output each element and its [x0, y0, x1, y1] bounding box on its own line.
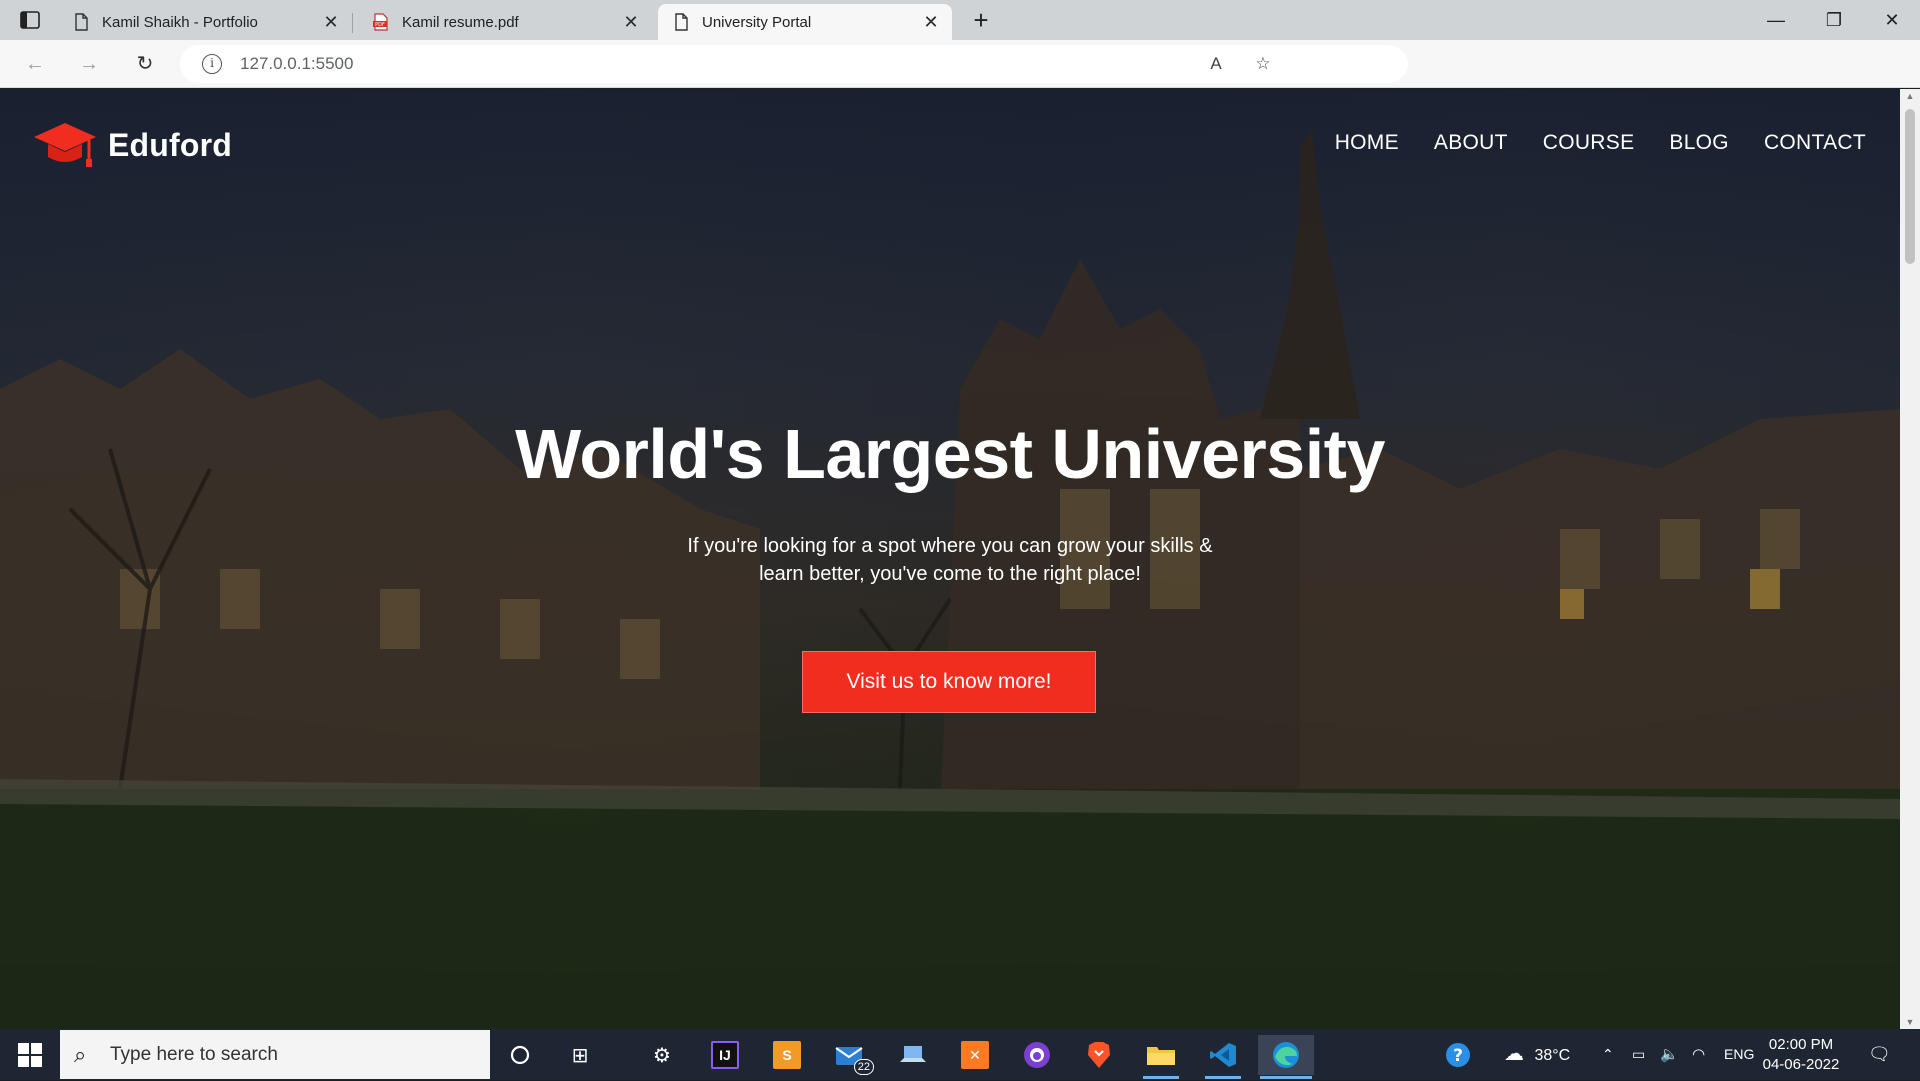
browser-tab-bar: Kamil Shaikh - Portfolio ✕ PDF Kamil res… [0, 0, 1920, 40]
task-view-icon[interactable]: ⊞ [560, 1035, 600, 1075]
tab-resume-pdf[interactable]: PDF Kamil resume.pdf ✕ [358, 4, 652, 40]
laptop-app-icon[interactable] [893, 1035, 933, 1075]
windows-start-icon[interactable] [10, 1039, 50, 1071]
nav-contact[interactable]: CONTACT [1764, 131, 1866, 155]
scroll-up-icon[interactable]: ▲ [1900, 91, 1920, 101]
brand-name: Eduford [108, 126, 233, 163]
settings-gear-icon[interactable]: ⚙ [642, 1035, 682, 1075]
restore-button[interactable]: ❐ [1806, 0, 1862, 40]
tab-close-icon[interactable]: ✕ [322, 13, 340, 31]
minimize-button[interactable]: — [1748, 0, 1804, 40]
scroll-down-icon[interactable]: ▼ [1900, 1017, 1920, 1027]
sublime-text-icon[interactable]: S [767, 1035, 807, 1075]
back-arrow-icon[interactable]: ← [18, 48, 52, 80]
windows-taskbar: ⌕ Type here to search ⊞ ⚙ IJ S 22 ✕ ? ☁ … [0, 1029, 1920, 1080]
add-favorite-icon[interactable]: ☆ [1251, 52, 1275, 76]
main-navigation: HOME ABOUT COURSE BLOG CONTACT [1335, 131, 1866, 155]
help-icon[interactable]: ? [1438, 1035, 1478, 1075]
tab-separator [352, 13, 353, 33]
vscode-icon[interactable] [1203, 1035, 1243, 1079]
svg-text:PDF: PDF [375, 22, 385, 28]
site-logo[interactable]: Eduford [34, 117, 232, 173]
read-aloud-icon[interactable]: A [1204, 52, 1228, 76]
page-icon [75, 13, 88, 31]
notifications-icon[interactable]: 🗨 [1868, 1029, 1891, 1080]
page-scrollbar[interactable]: ▲ ▼ [1900, 89, 1920, 1029]
clock-date: 04-06-2022 [1762, 1056, 1840, 1073]
taskbar-clock[interactable]: 02:00 PM 04-06-2022 [1756, 1035, 1846, 1075]
mail-unread-badge: 22 [853, 1059, 874, 1075]
file-explorer-icon[interactable] [1141, 1035, 1181, 1079]
clock-time: 02:00 PM [1768, 1036, 1834, 1053]
weather-temperature: 38°C [1534, 1047, 1571, 1064]
address-toolbar: ← → ↻ i 127.0.0.1:5500 A ☆ {} ✦ ☆ ⧉ ⋯ [0, 40, 1920, 117]
site-info-icon[interactable]: i [202, 54, 222, 74]
tab-close-icon[interactable]: ✕ [922, 13, 940, 31]
tab-university-portal[interactable]: University Portal ✕ [658, 4, 952, 40]
page-viewport: Eduford HOME ABOUT COURSE BLOG CONTACT W… [0, 89, 1900, 1029]
weather-widget[interactable]: ☁ 38°C [1504, 1029, 1570, 1080]
tab-title: Kamil Shaikh - Portfolio [102, 13, 258, 31]
address-bar[interactable]: i 127.0.0.1:5500 A ☆ [180, 45, 1408, 83]
hero-title: World's Largest University [515, 415, 1385, 493]
xampp-icon[interactable]: ✕ [955, 1035, 995, 1075]
volume-icon[interactable]: 🔈 [1660, 1029, 1679, 1080]
tab-actions-icon[interactable] [14, 8, 46, 32]
graduation-cap-icon [34, 123, 96, 167]
nav-blog[interactable]: BLOG [1669, 131, 1729, 155]
scrollbar-thumb[interactable] [1905, 109, 1915, 264]
refresh-icon[interactable]: ↻ [128, 48, 162, 80]
weather-cloud-icon: ☁ [1504, 1043, 1524, 1065]
tab-title: University Portal [702, 13, 812, 31]
url-text[interactable]: 127.0.0.1:5500 [240, 54, 353, 74]
nav-home[interactable]: HOME [1335, 131, 1399, 155]
cortana-icon[interactable] [500, 1035, 540, 1075]
language-indicator[interactable]: ENG [1724, 1029, 1754, 1080]
tray-overflow-chevron-icon[interactable]: ⌃ [1602, 1029, 1614, 1080]
taskbar-search-box[interactable]: ⌕ Type here to search [60, 1030, 490, 1079]
mail-icon[interactable]: 22 [830, 1035, 874, 1075]
hero-subtitle: If you're looking for a spot where you c… [600, 532, 1300, 588]
tab-close-icon[interactable]: ✕ [622, 13, 640, 31]
new-tab-button[interactable]: + [966, 6, 996, 36]
hero-subtitle-line-1: If you're looking for a spot where you c… [687, 535, 1213, 557]
page-icon [675, 13, 688, 31]
forward-arrow-icon[interactable]: → [72, 48, 106, 80]
battery-icon[interactable]: ▭ [1632, 1029, 1645, 1080]
brave-browser-icon[interactable] [1079, 1035, 1119, 1075]
search-placeholder: Type here to search [110, 1043, 278, 1065]
tab-title: Kamil resume.pdf [402, 13, 519, 31]
pdf-icon: PDF [373, 13, 388, 31]
intellij-icon[interactable]: IJ [705, 1035, 745, 1075]
visit-us-button[interactable]: Visit us to know more! [802, 651, 1096, 713]
hero-subtitle-line-2: learn better, you've come to the right p… [759, 563, 1141, 585]
nav-about[interactable]: ABOUT [1434, 131, 1508, 155]
svg-text:?: ? [1453, 1046, 1463, 1066]
edge-browser-icon[interactable] [1258, 1035, 1314, 1079]
wifi-icon[interactable]: ◠ [1692, 1029, 1705, 1080]
nav-course[interactable]: COURSE [1543, 131, 1635, 155]
window-close-button[interactable]: ✕ [1864, 0, 1920, 40]
search-icon: ⌕ [74, 1041, 87, 1067]
tab-portfolio[interactable]: Kamil Shaikh - Portfolio ✕ [58, 4, 353, 40]
github-desktop-icon[interactable] [1017, 1035, 1057, 1075]
